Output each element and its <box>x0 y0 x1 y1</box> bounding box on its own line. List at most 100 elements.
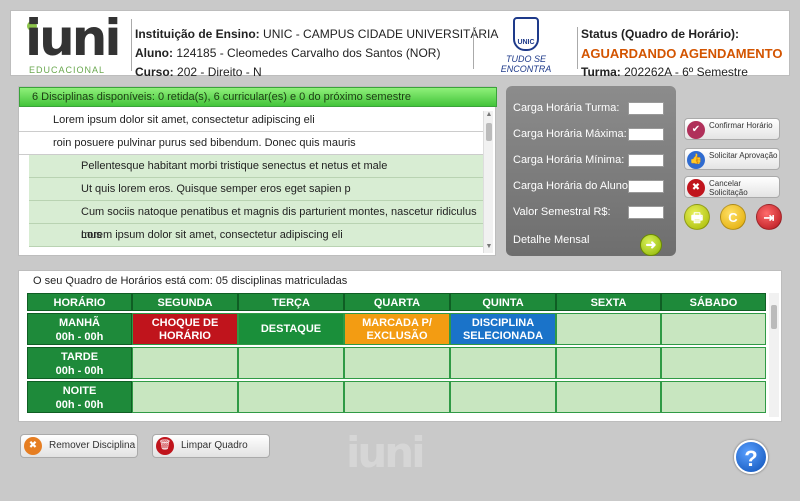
cancelar-solicitacao-label: Cancelar Solicitação <box>709 179 748 197</box>
carga-minima-label: Carga Horária Mínima: <box>513 154 625 166</box>
iuni-watermark: iuni <box>346 428 426 477</box>
cell-empty[interactable] <box>661 347 766 379</box>
period-time: 00h - 00h <box>55 331 104 343</box>
selecionada-line1: DISCIPLINA <box>471 317 535 329</box>
cell-empty[interactable] <box>132 347 238 379</box>
cell-disciplina-selecionada[interactable]: DISCIPLINA SELECIONADA <box>450 313 556 345</box>
list-item[interactable]: Lorem ipsum dolor sit amet, consectetur … <box>29 224 483 247</box>
logo-text: iuni <box>25 9 121 67</box>
turma-label: Turma: <box>581 65 621 79</box>
list-item[interactable]: Cum sociis natoque penatibus et magnis d… <box>29 201 483 241</box>
carga-turma-label: Carga Horária Turma: <box>513 102 620 114</box>
divider <box>473 27 474 69</box>
limpar-quadro-label: Limpar Quadro <box>181 440 248 451</box>
period-label: NOITE <box>62 385 97 397</box>
remover-disciplina-button[interactable]: ✖ Remover Disciplina <box>20 434 138 458</box>
remover-disciplina-label: Remover Disciplina <box>49 440 136 451</box>
header-segunda: SEGUNDA <box>132 293 238 311</box>
cell-empty[interactable] <box>661 313 766 345</box>
cell-choque-horario[interactable]: CHOQUE DE HORÁRIO <box>132 313 238 345</box>
header-quinta: QUINTA <box>450 293 556 311</box>
status-label: Status (Quadro de Horário): <box>581 27 740 41</box>
remove-icon: ✖ <box>24 437 42 455</box>
period-time: 00h - 00h <box>55 399 104 411</box>
cell-marcada-exclusao[interactable]: MARCADA P/ EXCLUSÃO <box>344 313 450 345</box>
solicitar-aprovacao-label: Solicitar Aprovação <box>709 151 778 160</box>
period-time: 00h - 00h <box>55 365 104 377</box>
choque-line1: CHOQUE DE <box>151 317 219 329</box>
scroll-thumb[interactable] <box>486 123 492 141</box>
cell-empty[interactable] <box>661 381 766 413</box>
carga-turma-field <box>628 102 664 115</box>
selecionada-line2: SELECIONADA <box>462 330 544 342</box>
disciplinas-scrollbar[interactable]: ▲ ▼ <box>483 111 493 253</box>
marcada-line2: EXCLUSÃO <box>366 330 428 342</box>
row-manha: MANHÃ 00h - 00h <box>27 313 132 345</box>
valor-semestral-label: Valor Semestral R$: <box>513 206 611 218</box>
thumbs-up-icon: 👍 <box>687 151 705 169</box>
cell-destaque[interactable]: DESTAQUE <box>238 313 344 345</box>
header-horario: HORÁRIO <box>27 293 132 311</box>
cancelar-solicitacao-button[interactable]: ✖ Cancelar Solicitação <box>684 176 780 198</box>
header-terca: TERÇA <box>238 293 344 311</box>
cell-empty[interactable] <box>556 313 661 345</box>
check-icon: ✔ <box>687 121 705 139</box>
trash-icon: 🗑 <box>156 437 174 455</box>
scroll-down-icon[interactable]: ▼ <box>484 243 494 253</box>
logo-subtitle: EDUCACIONAL <box>29 65 106 75</box>
instituicao-value: UNIC - CAMPUS CIDADE UNIVERSITÁRIA <box>263 27 499 41</box>
cell-empty[interactable] <box>556 347 661 379</box>
carga-horaria-panel: Carga Horária Turma: Carga Horária Máxim… <box>506 86 676 256</box>
row-tarde: TARDE 00h - 00h <box>27 347 132 379</box>
cell-empty[interactable] <box>450 347 556 379</box>
help-button[interactable]: ? <box>734 440 768 474</box>
solicitar-aprovacao-button[interactable]: 👍 Solicitar Aprovação <box>684 148 780 170</box>
list-item[interactable]: Ut quis lorem eros. Quisque semper eros … <box>29 178 483 201</box>
marcada-line1: MARCADA P/ <box>362 317 432 329</box>
list-item[interactable]: roin posuere pulvinar purus sed bibendum… <box>19 132 483 155</box>
schedule-scrollbar[interactable] <box>769 293 779 417</box>
detalhe-mensal-label: Detalhe Mensal <box>513 234 590 246</box>
carga-maxima-field <box>628 128 664 141</box>
unic-logo: UNIC TUDO SE ENCONTRA <box>481 17 571 75</box>
header: iuni EDUCACIONAL Instituição de Ensino: … <box>10 9 790 79</box>
header-sabado: SÁBADO <box>661 293 766 311</box>
limpar-quadro-button[interactable]: 🗑 Limpar Quadro <box>152 434 270 458</box>
list-item[interactable]: Lorem ipsum dolor sit amet, consectetur … <box>19 109 483 132</box>
unic-slogan: TUDO SE ENCONTRA <box>500 54 552 74</box>
status-value: AGUARDANDO AGENDAMENTO <box>581 46 783 61</box>
divider <box>131 19 132 71</box>
iuni-logo: iuni EDUCACIONAL <box>19 9 139 75</box>
disciplinas-list: Lorem ipsum dolor sit amet, consectetur … <box>19 109 483 247</box>
carga-aluno-field <box>628 180 664 193</box>
row-noite: NOITE 00h - 00h <box>27 381 132 413</box>
student-info: Instituição de Ensino: UNIC - CAMPUS CID… <box>135 25 498 82</box>
refresh-button[interactable]: C <box>720 204 746 230</box>
period-label: MANHÃ <box>59 317 100 329</box>
list-item[interactable]: Pellentesque habitant morbi tristique se… <box>29 155 483 178</box>
curso-value: 202 - Direito - N <box>177 65 262 79</box>
instituicao-label: Instituição de Ensino: <box>135 27 260 41</box>
exit-button[interactable]: ⇥ <box>756 204 782 230</box>
scroll-thumb[interactable] <box>771 305 777 329</box>
quadro-horarios-title: O seu Quadro de Horários está com: 05 di… <box>33 275 348 287</box>
cell-empty[interactable] <box>344 381 450 413</box>
confirmar-horario-button[interactable]: ✔ Confirmar Horário <box>684 118 780 140</box>
turma-value: 202262A - 6º Semestre <box>624 65 748 79</box>
cell-empty[interactable] <box>132 381 238 413</box>
divider <box>577 27 578 69</box>
print-button[interactable]: 🖶 <box>684 204 710 230</box>
quadro-horarios-panel: O seu Quadro de Horários está com: 05 di… <box>18 270 782 422</box>
aluno-value: 124185 - Cleomedes Carvalho dos Santos (… <box>176 46 441 60</box>
cell-empty[interactable] <box>238 347 344 379</box>
carga-aluno-label: Carga Horária do Aluno: <box>513 180 632 192</box>
period-label: TARDE <box>60 351 99 363</box>
detalhe-mensal-button[interactable]: ➜ <box>640 234 662 256</box>
cell-empty[interactable] <box>344 347 450 379</box>
cell-empty[interactable] <box>238 381 344 413</box>
cell-empty[interactable] <box>450 381 556 413</box>
carga-minima-field <box>628 154 664 167</box>
aluno-label: Aluno: <box>135 46 173 60</box>
scroll-up-icon[interactable]: ▲ <box>484 111 494 121</box>
cell-empty[interactable] <box>556 381 661 413</box>
